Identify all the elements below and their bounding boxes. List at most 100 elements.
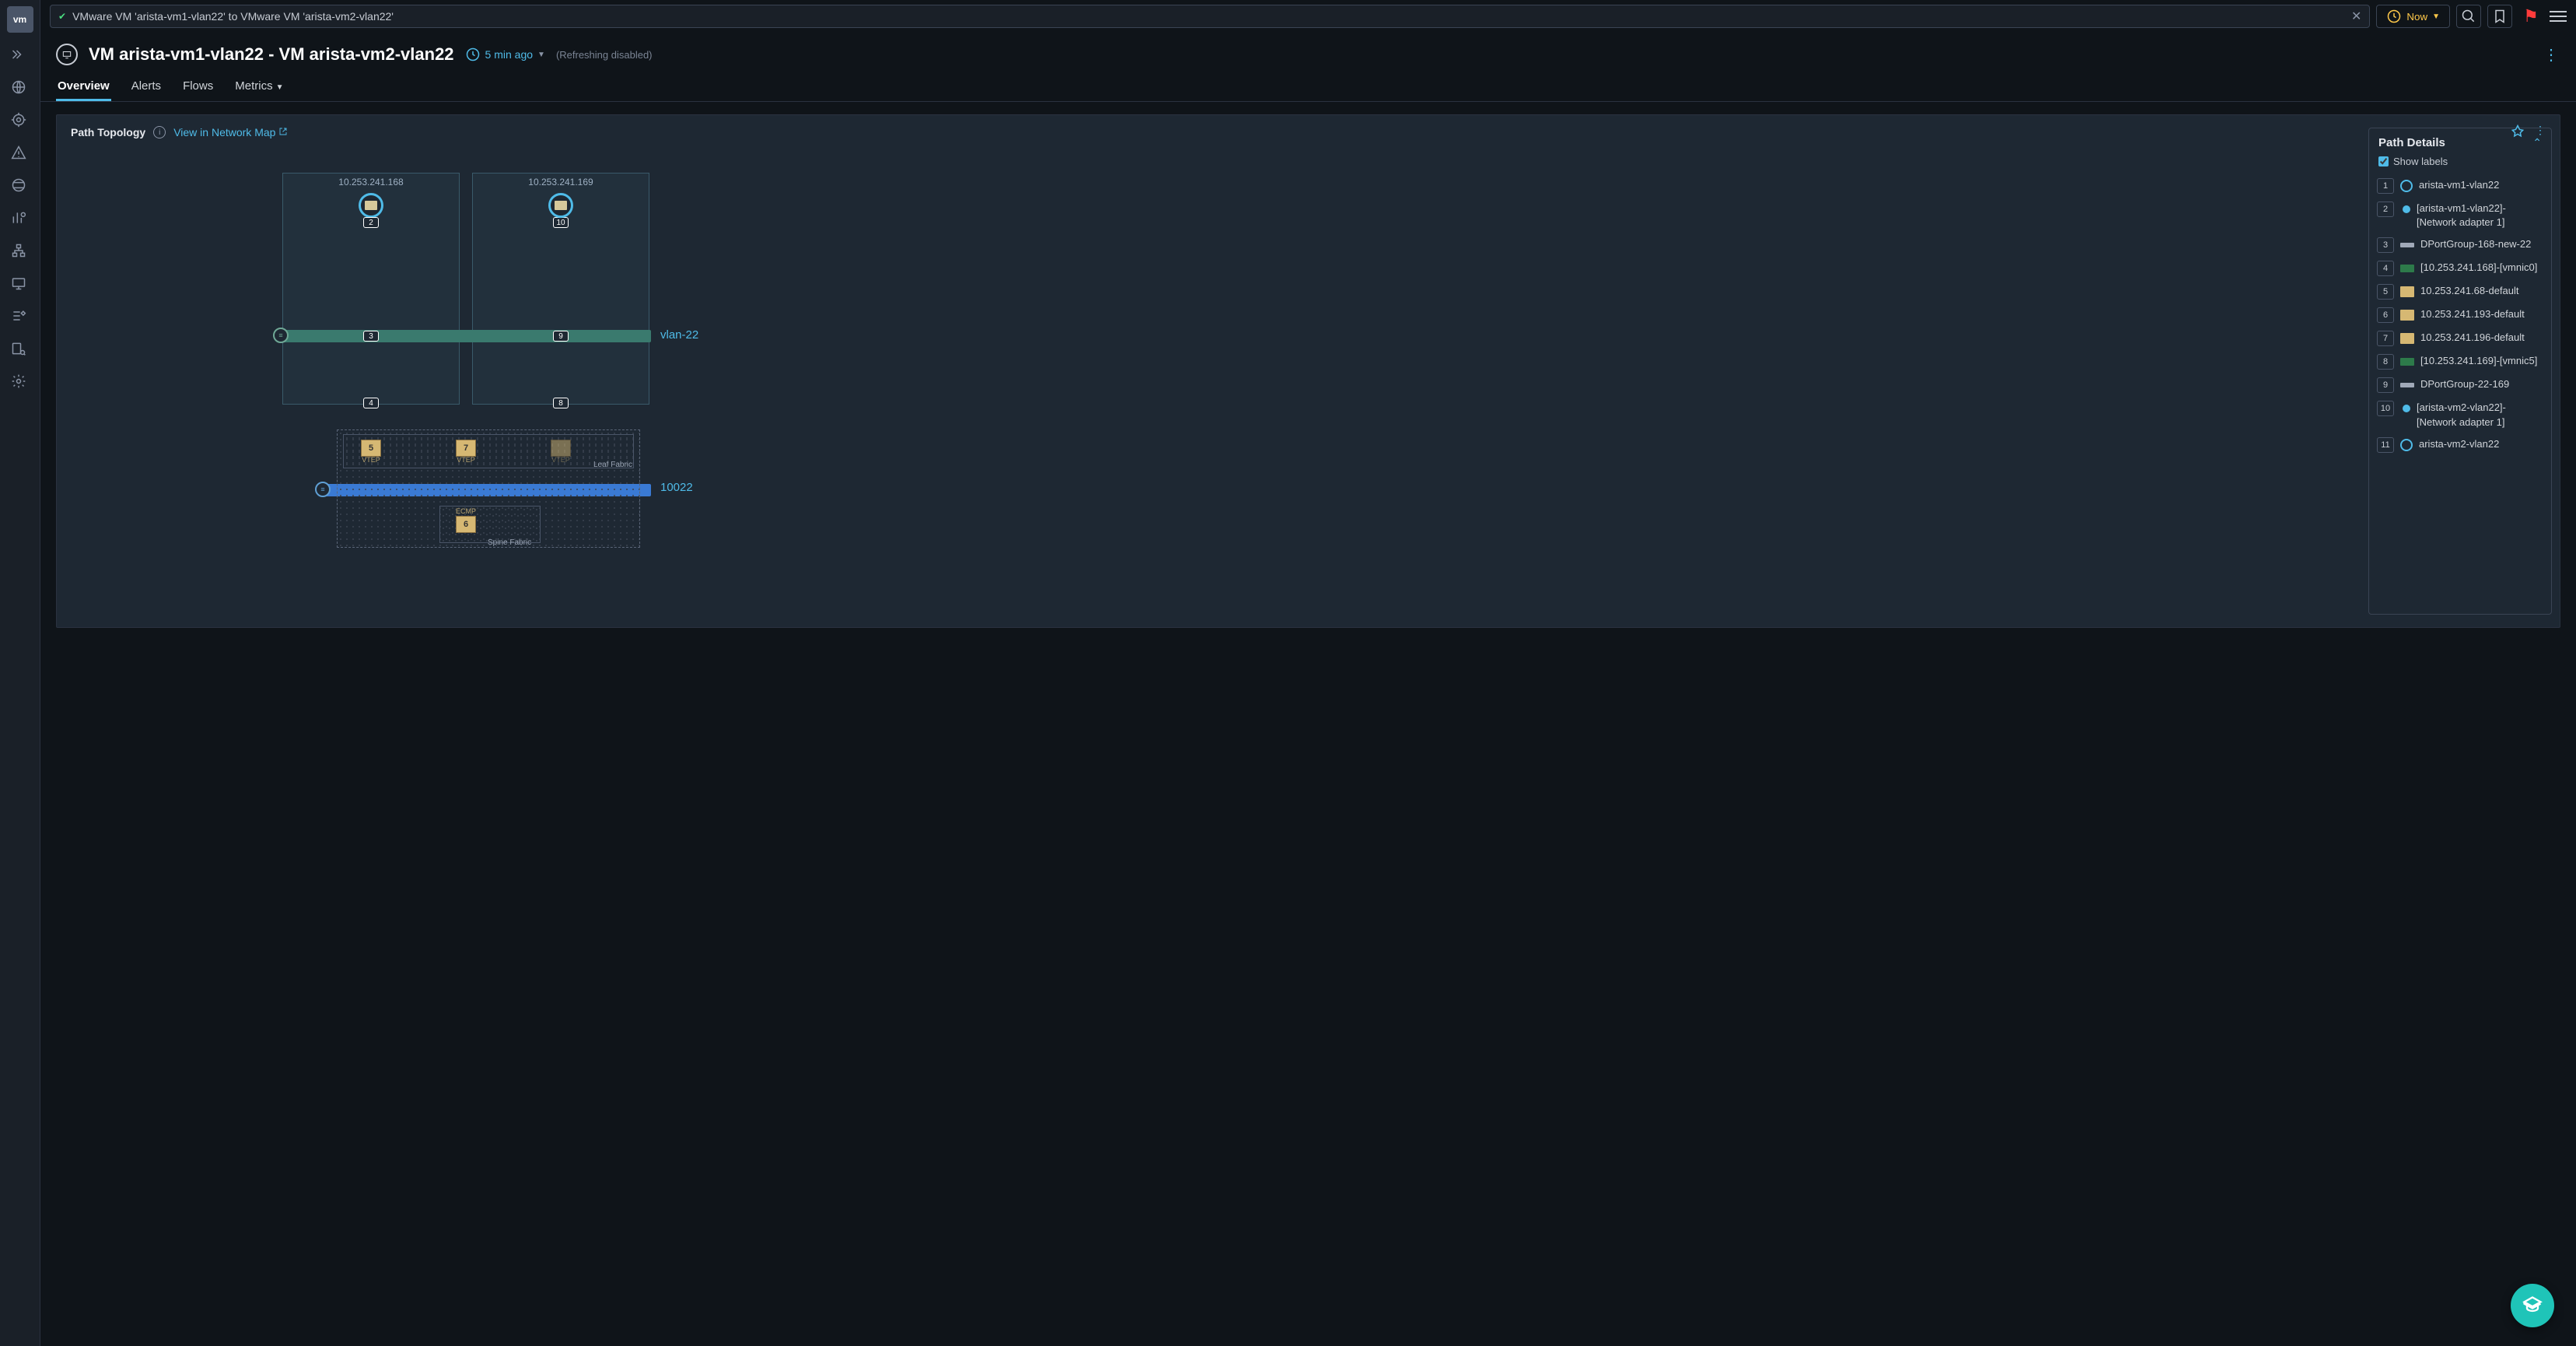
topo-node-6[interactable]: 6 [456, 516, 476, 533]
world-icon[interactable] [11, 177, 30, 196]
main: ✔ VMware VM 'arista-vm1-vlan22' to VMwar… [40, 0, 2576, 1346]
path-item[interactable]: 610.253.241.193-default [2377, 307, 2543, 323]
path-item-label: 10.253.241.68-default [2420, 284, 2519, 298]
analytics-icon[interactable] [11, 210, 30, 229]
topo-node-1[interactable] [359, 193, 383, 218]
panel-header: Path Topology i View in Network Map ⋮ [57, 115, 2560, 149]
topo-node-4[interactable]: 4 [363, 398, 379, 408]
pin-list-icon[interactable] [11, 308, 30, 327]
path-item[interactable]: 8 [10.253.241.169]-[vmnic5] [2377, 354, 2543, 370]
show-labels-checkbox[interactable]: Show labels [2369, 156, 2551, 175]
time-now-button[interactable]: Now ▼ [2376, 5, 2450, 28]
pin-icon[interactable] [2510, 124, 2525, 142]
path-item-label: [10.253.241.169]-[vmnic5] [2420, 354, 2537, 368]
time-range-selector[interactable]: 5 min ago ▼ [465, 47, 545, 62]
path-item-label: arista-vm1-vlan22 [2419, 178, 2499, 192]
vtep-lbl-3: VTEP [551, 456, 570, 464]
flag-icon[interactable]: ⚑ [2518, 5, 2543, 28]
path-item-type-icon [2400, 358, 2414, 366]
topo-node-2[interactable]: 2 [363, 217, 379, 228]
path-item[interactable]: 5 10.253.241.68-default [2377, 284, 2543, 300]
alert-icon[interactable] [11, 145, 30, 163]
path-item-num: 7 [2377, 331, 2394, 346]
path-item[interactable]: 11arista-vm2-vlan22 [2377, 437, 2543, 453]
path-item[interactable]: 3DPortGroup-168-new-22 [2377, 237, 2543, 253]
expand-icon[interactable] [11, 47, 30, 65]
settings-icon[interactable] [11, 373, 30, 392]
path-item[interactable]: 4[10.253.241.168]-[vmnic0] [2377, 261, 2543, 276]
time-label: 5 min ago [485, 48, 533, 61]
path-item[interactable]: 1arista-vm1-vlan22 [2377, 178, 2543, 194]
refresh-status: (Refreshing disabled) [556, 49, 653, 61]
path-item-num: 5 [2377, 284, 2394, 300]
bookmark-button[interactable] [2487, 5, 2512, 28]
topo-node-3[interactable]: 3 [363, 331, 379, 342]
info-icon[interactable]: i [153, 126, 166, 138]
target-icon[interactable] [11, 112, 30, 131]
leaf-inner [343, 434, 634, 468]
sidebar: vm [0, 0, 40, 1346]
path-item-label: [arista-vm2-vlan22]-[Network adapter 1] [2417, 401, 2543, 429]
topology-canvas[interactable]: 10.253.241.168 10.253.241.169 ≡ vlan-22 … [57, 149, 2368, 627]
search-text: VMware VM 'arista-vm1-vlan22' to VMware … [72, 10, 394, 23]
path-item[interactable]: 10 [arista-vm2-vlan22]-[Network adapter 1… [2377, 401, 2543, 429]
topo-node-11[interactable] [548, 193, 573, 218]
path-item-type-icon [2400, 243, 2414, 247]
path-item-type-icon [2400, 383, 2414, 387]
search-db-icon[interactable] [11, 341, 30, 359]
now-label: Now [2406, 11, 2427, 23]
globe-icon[interactable] [11, 79, 30, 98]
search-input[interactable]: ✔ VMware VM 'arista-vm1-vlan22' to VMwar… [50, 5, 2370, 28]
spine-label: Spine Fabric [488, 538, 531, 547]
help-fab[interactable] [2511, 1284, 2554, 1327]
tabs: Overview Alerts Flows Metrics▼ [40, 65, 2576, 102]
topo-node-7[interactable]: 7 [456, 440, 476, 457]
view-network-map-link[interactable]: View in Network Map [173, 126, 288, 138]
content: Path Topology i View in Network Map ⋮ [40, 102, 2576, 1346]
path-details-panel: Path Details ⌃ Show labels 1arista-vm1-v… [2368, 128, 2552, 615]
ecmp-lbl: ECMP [456, 507, 476, 515]
path-item-type-icon [2400, 180, 2413, 192]
path-item[interactable]: 9DPortGroup-22-169 [2377, 377, 2543, 393]
vlan-upper-label: vlan-22 [660, 328, 698, 342]
page-title: VM arista-vm1-vlan22 - VM arista-vm2-vla… [89, 44, 454, 65]
search-button[interactable] [2456, 5, 2481, 28]
menu-icon[interactable] [2550, 11, 2567, 22]
path-item-type-icon [2400, 265, 2414, 272]
network-icon[interactable] [11, 243, 30, 261]
topo-node-10[interactable]: 10 [553, 217, 569, 228]
tab-flows[interactable]: Flows [181, 73, 215, 101]
host2-label: 10.253.241.169 [528, 177, 593, 188]
path-item-label: [arista-vm1-vlan22]-[Network adapter 1] [2417, 202, 2543, 230]
path-item-type-icon [2400, 310, 2414, 321]
tab-overview[interactable]: Overview [56, 73, 111, 101]
more-actions-icon[interactable]: ⋮ [2543, 45, 2560, 65]
desktop-icon[interactable] [11, 275, 30, 294]
tab-metrics[interactable]: Metrics▼ [233, 73, 285, 101]
clear-search-icon[interactable]: ✕ [2351, 9, 2361, 24]
path-item-num: 10 [2377, 401, 2394, 416]
path-item[interactable]: 710.253.241.196-default [2377, 331, 2543, 346]
path-item-num: 2 [2377, 202, 2394, 217]
check-icon: ✔ [58, 11, 66, 22]
show-labels-input[interactable] [2378, 156, 2389, 166]
path-item-label: 10.253.241.193-default [2420, 307, 2525, 321]
path-item-num: 8 [2377, 354, 2394, 370]
path-item-type-icon [2400, 286, 2414, 297]
page-header: VM arista-vm1-vlan22 - VM arista-vm2-vla… [40, 33, 2576, 65]
vlan-bar-upper: ≡ [282, 330, 651, 342]
path-item-num: 4 [2377, 261, 2394, 276]
path-item-type-icon [2403, 205, 2410, 213]
path-list: 1arista-vm1-vlan22 2 [arista-vm1-vlan22]-[… [2369, 175, 2551, 461]
topo-node-5[interactable]: 5 [361, 440, 381, 457]
panel-title: Path Topology [71, 126, 145, 138]
tab-alerts[interactable]: Alerts [130, 73, 163, 101]
topo-node-9[interactable]: 9 [553, 331, 569, 342]
path-item[interactable]: 2 [arista-vm1-vlan22]-[Network adapter 1] [2377, 202, 2543, 230]
topology-edges [57, 149, 290, 266]
path-item-num: 11 [2377, 437, 2394, 453]
topo-node-8[interactable]: 8 [553, 398, 569, 408]
show-labels-text: Show labels [2393, 156, 2448, 167]
topbar: ✔ VMware VM 'arista-vm1-vlan22' to VMwar… [40, 0, 2576, 33]
panel-more-icon[interactable]: ⋮ [2535, 124, 2546, 142]
